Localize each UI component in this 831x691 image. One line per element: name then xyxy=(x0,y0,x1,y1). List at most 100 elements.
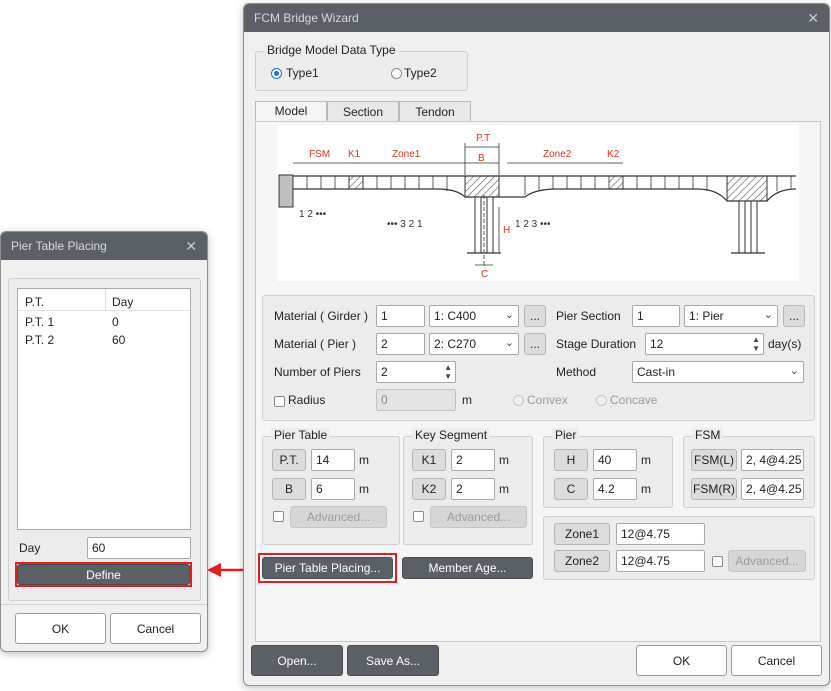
member-age-button[interactable]: Member Age... xyxy=(402,557,533,579)
zone2-input[interactable]: 12@4.75 xyxy=(616,550,705,572)
c-button[interactable]: C xyxy=(554,478,588,500)
mid-right-sequence-label: 1 2 3 ••• xyxy=(515,219,551,230)
pier-table-advanced-checkbox[interactable] xyxy=(273,511,284,522)
k1-button[interactable]: K1 xyxy=(412,449,446,471)
ok-button[interactable]: OK xyxy=(15,613,106,644)
table-row[interactable]: P.T. 1 0 xyxy=(18,313,190,331)
zone2-label: Zone2 xyxy=(543,149,572,160)
material-pier-label: Material ( Pier ) xyxy=(274,337,357,351)
fcm-bridge-wizard-window: FCM Bridge Wizard ✕ Bridge Model Data Ty… xyxy=(243,3,830,686)
tab-model-label: Model xyxy=(274,104,308,118)
column-header-day[interactable]: Day xyxy=(112,295,133,309)
c-input[interactable]: 4.2 xyxy=(593,478,637,500)
fsmr-input[interactable]: 2, 4@4.25 xyxy=(741,478,804,500)
material-girder-select[interactable]: 1: C400 ⌄ xyxy=(429,305,519,327)
stage-duration-label: Stage Duration xyxy=(556,337,637,351)
material-pier-number[interactable]: 2 xyxy=(376,333,425,355)
data-type-group: Bridge Model Data Type Type1 Type2 xyxy=(255,43,468,91)
h-unit: m xyxy=(641,453,651,467)
tab-tendon[interactable]: Tendon xyxy=(399,101,471,121)
tab-tendon-label: Tendon xyxy=(415,104,455,119)
column-header-pt[interactable]: P.T. xyxy=(25,295,44,309)
material-girder-value: 1: C400 xyxy=(434,309,477,323)
h-button[interactable]: H xyxy=(554,449,588,471)
method-value: Cast-in xyxy=(637,365,676,379)
key-segment-advanced-button[interactable]: Advanced... xyxy=(430,506,527,528)
pier-table-list[interactable]: P.T. Day P.T. 1 0 P.T. 2 60 xyxy=(17,288,191,530)
tab-section[interactable]: Section xyxy=(327,101,399,121)
b-input[interactable]: 6 xyxy=(311,478,355,500)
spinner-icon[interactable]: ▲ ▼ xyxy=(444,363,452,381)
pier-table-advanced-button[interactable]: Advanced... xyxy=(290,506,387,528)
c-label: C xyxy=(481,269,488,280)
open-button[interactable]: Open... xyxy=(251,645,343,676)
material-girder-browse-button[interactable]: ... xyxy=(524,305,546,327)
material-pier-select[interactable]: 2: C270 ⌄ xyxy=(429,333,519,355)
column-divider xyxy=(105,289,106,311)
material-girder-number[interactable]: 1 xyxy=(376,305,425,327)
tab-section-label: Section xyxy=(342,104,384,119)
pier-section-label: Pier Section xyxy=(556,309,621,323)
radius-checkbox[interactable] xyxy=(274,396,285,407)
method-label: Method xyxy=(556,365,597,379)
pier-section-select[interactable]: 1: Pier ⌄ xyxy=(684,305,778,327)
k2-button[interactable]: K2 xyxy=(412,478,446,500)
fsm-title: FSM xyxy=(692,428,724,442)
fsmr-button[interactable]: FSM(R) xyxy=(691,478,737,500)
save-as-button[interactable]: Save As... xyxy=(347,645,439,676)
zone2-button[interactable]: Zone2 xyxy=(554,550,610,572)
stage-duration-stepper[interactable]: 12 ▲ ▼ xyxy=(645,333,764,355)
type2-radio[interactable] xyxy=(391,68,402,79)
type2-label[interactable]: Type2 xyxy=(404,66,437,80)
type1-radio[interactable] xyxy=(271,68,282,79)
data-type-title: Bridge Model Data Type xyxy=(264,43,399,57)
zone1-label: Zone1 xyxy=(392,149,421,160)
zones-advanced-checkbox[interactable] xyxy=(712,556,723,567)
cancel-button[interactable]: Cancel xyxy=(110,613,201,644)
fsm-label: FSM xyxy=(309,149,330,160)
highlight-box xyxy=(258,553,397,583)
method-select[interactable]: Cast-in ⌄ xyxy=(632,361,804,383)
spinner-icon[interactable]: ▲ ▼ xyxy=(752,335,760,353)
row-pt: P.T. 1 xyxy=(25,315,55,329)
type1-label[interactable]: Type1 xyxy=(286,66,319,80)
chevron-down-icon: ⌄ xyxy=(504,337,514,349)
ok-button[interactable]: OK xyxy=(636,645,727,676)
zones-advanced-button[interactable]: Advanced... xyxy=(728,550,806,572)
k1-unit: m xyxy=(499,453,509,467)
fsml-button[interactable]: FSM(L) xyxy=(691,449,737,471)
k2-unit: m xyxy=(499,482,509,496)
wizard-titlebar[interactable]: FCM Bridge Wizard ✕ xyxy=(244,4,829,32)
close-icon[interactable]: ✕ xyxy=(807,10,819,27)
zone1-input[interactable]: 12@4.75 xyxy=(616,523,705,545)
row-day: 60 xyxy=(112,333,126,347)
key-segment-advanced-checkbox[interactable] xyxy=(413,511,424,522)
pt-input[interactable]: 14 xyxy=(311,449,355,471)
convex-radio[interactable] xyxy=(513,395,524,406)
tab-model[interactable]: Model xyxy=(255,101,327,121)
close-icon[interactable]: ✕ xyxy=(185,238,197,255)
h-label: H xyxy=(503,225,510,236)
b-button[interactable]: B xyxy=(272,478,306,500)
number-of-piers-stepper[interactable]: 2 ▲ ▼ xyxy=(376,361,456,383)
material-pier-value: 2: C270 xyxy=(434,337,477,351)
chevron-down-icon: ⌄ xyxy=(789,365,799,377)
concave-radio[interactable] xyxy=(596,395,607,406)
pier-section-browse-button[interactable]: ... xyxy=(783,305,805,327)
k2-input[interactable]: 2 xyxy=(451,478,495,500)
k1-input[interactable]: 2 xyxy=(451,449,495,471)
list-header: P.T. Day xyxy=(18,289,190,311)
pier-section-number[interactable]: 1 xyxy=(632,305,680,327)
table-row[interactable]: P.T. 2 60 xyxy=(18,331,190,349)
cancel-button[interactable]: Cancel xyxy=(731,645,822,676)
dialog-title: Pier Table Placing xyxy=(11,239,107,253)
material-pier-browse-button[interactable]: ... xyxy=(524,333,546,355)
day-input[interactable]: 60 xyxy=(87,537,191,559)
zone1-button[interactable]: Zone1 xyxy=(554,523,610,545)
fsml-input[interactable]: 2, 4@4.25 xyxy=(741,449,804,471)
radius-input[interactable]: 0 xyxy=(376,389,456,411)
pt-button[interactable]: P.T. xyxy=(272,449,306,471)
dialog-titlebar[interactable]: Pier Table Placing ✕ xyxy=(1,232,207,260)
h-input[interactable]: 40 xyxy=(593,449,637,471)
day-label: Day xyxy=(19,541,41,555)
